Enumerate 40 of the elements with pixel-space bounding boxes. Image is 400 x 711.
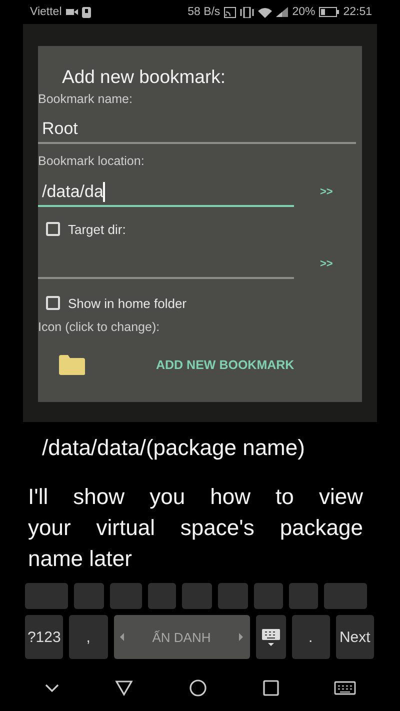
key[interactable]: , [69, 615, 108, 659]
subtitle-text: name later [28, 545, 133, 573]
name-field[interactable]: Root [38, 114, 356, 144]
cast-icon [224, 6, 236, 18]
keyboard-icon[interactable] [334, 681, 356, 695]
folder-icon[interactable] [58, 354, 86, 376]
checkbox-label: Show in home folder [68, 296, 187, 310]
keyboard-icon [260, 627, 280, 647]
location-field[interactable]: /data/da [38, 177, 294, 207]
signal-icon [276, 7, 288, 17]
checkbox[interactable] [46, 222, 60, 236]
dialog-title: Add new bookmark: [61, 66, 227, 89]
add-bookmark-button[interactable]: ADD NEW BOOKMARK [152, 352, 298, 378]
field-label: Bookmark name: [38, 92, 134, 108]
back-icon[interactable] [115, 680, 134, 696]
wifi-icon [258, 6, 272, 18]
subtitle-text: /data/data/(package name) [42, 434, 306, 462]
subtitle-text: your virtual space's package [28, 514, 363, 542]
field-label: Bookmark location: [38, 154, 146, 170]
chevron-down-icon[interactable] [44, 683, 60, 693]
checkbox[interactable] [46, 296, 60, 310]
battery-icon [319, 7, 340, 17]
key[interactable]: Next [336, 615, 374, 659]
key[interactable]: ?123 [25, 615, 64, 659]
field-label: Icon (click to change): [38, 320, 161, 336]
checkbox-label: Target dir: [68, 222, 126, 236]
recents-icon[interactable] [262, 680, 279, 696]
key[interactable]: . [292, 615, 330, 659]
camera-icon [66, 8, 78, 16]
space-key[interactable]: ẤN DANH [114, 615, 250, 659]
clock: 22:51 [343, 6, 372, 18]
vibrate-icon [240, 6, 254, 18]
network-speed: 58 B/s [188, 6, 220, 18]
battery-percent: 20% [292, 6, 316, 18]
home-icon[interactable] [188, 679, 207, 697]
carrier-name: Viettel [30, 6, 62, 18]
browse-button[interactable]: >> [316, 254, 337, 274]
subtitle-text: I'll show you how to view [28, 483, 363, 511]
browse-button[interactable]: >> [316, 182, 337, 202]
keyboard-switch-key[interactable] [256, 615, 286, 659]
